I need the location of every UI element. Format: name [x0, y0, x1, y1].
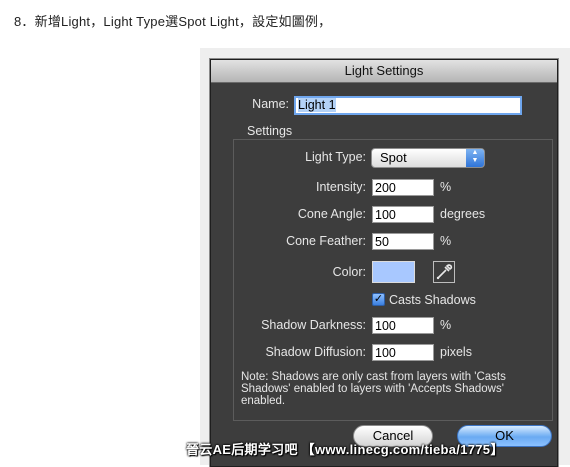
light-settings-dialog: Light Settings Name: Light 1 Settings Li…: [210, 59, 558, 467]
chevron-updown-icon: ▲ ▼: [466, 149, 484, 167]
cone-feather-field[interactable]: 50: [372, 233, 434, 250]
shadow-diffusion-label: Shadow Diffusion:: [265, 345, 366, 359]
intensity-unit: %: [440, 180, 452, 194]
name-field[interactable]: Light 1: [294, 96, 522, 115]
name-field-value: Light 1: [298, 98, 336, 112]
light-type-value: Spot: [380, 150, 407, 165]
watermark-text: 晉云AE后期学习吧 【www.linecg.com/tieba/1775】: [186, 442, 504, 457]
intensity-field[interactable]: 200: [372, 179, 434, 196]
casts-shadows-checkbox[interactable]: ✓: [372, 293, 385, 306]
cone-angle-field[interactable]: 100: [372, 206, 434, 223]
eyedropper-icon[interactable]: [433, 261, 455, 283]
shadow-darkness-field[interactable]: 100: [372, 317, 434, 334]
settings-group-title: Settings: [243, 124, 297, 138]
cone-feather-unit: %: [440, 234, 452, 248]
light-type-select[interactable]: Spot ▲ ▼: [371, 148, 485, 168]
shadow-diffusion-unit: pixels: [440, 345, 472, 359]
shadow-darkness-label: Shadow Darkness:: [261, 318, 366, 332]
cone-angle-label: Cone Angle:: [297, 207, 366, 221]
cone-feather-label: Cone Feather:: [286, 234, 366, 248]
shadow-diffusion-field[interactable]: 100: [372, 344, 434, 361]
cone-angle-unit: degrees: [440, 207, 486, 221]
name-label: Name:: [252, 97, 289, 111]
shadows-note: Note: Shadows are only cast from layers …: [241, 371, 506, 407]
shadow-darkness-unit: %: [440, 318, 452, 332]
intensity-label: Intensity:: [315, 180, 366, 194]
casts-shadows-label: Casts Shadows: [389, 293, 476, 307]
instruction-caption: 8．新增Light，Light Type選Spot Light，設定如圖例，: [14, 14, 332, 29]
light-type-label: Light Type:: [305, 150, 366, 164]
color-swatch[interactable]: [372, 261, 415, 283]
dialog-title: Light Settings: [211, 60, 557, 83]
color-label: Color:: [332, 265, 366, 279]
